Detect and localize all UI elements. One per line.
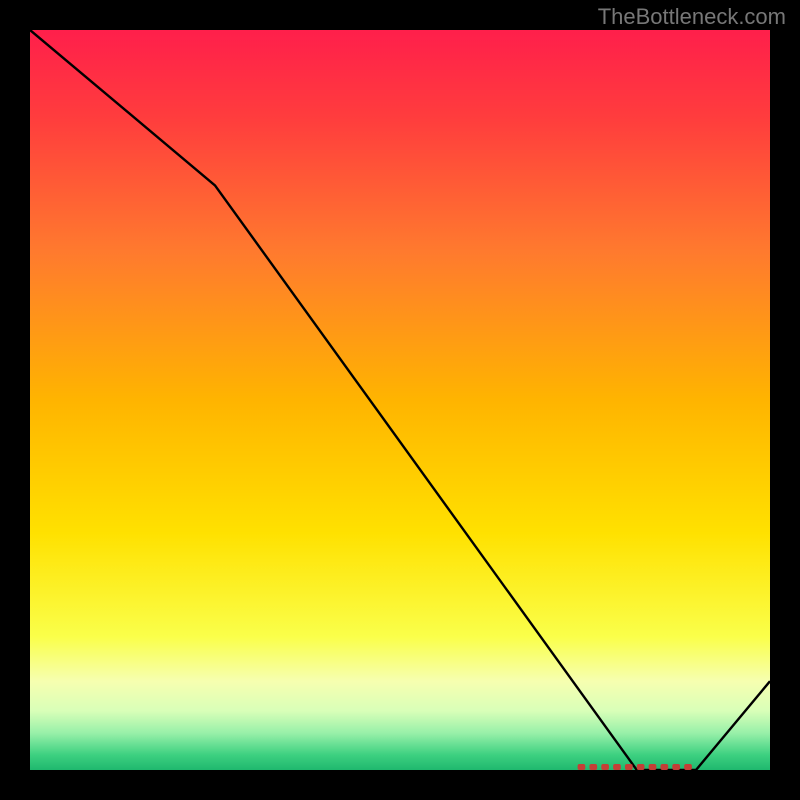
chart-canvas — [30, 30, 770, 770]
chart-frame: TheBottleneck.com — [0, 0, 800, 800]
gradient-background — [30, 30, 770, 770]
plot-area — [30, 30, 770, 770]
watermark-text: TheBottleneck.com — [598, 4, 786, 30]
